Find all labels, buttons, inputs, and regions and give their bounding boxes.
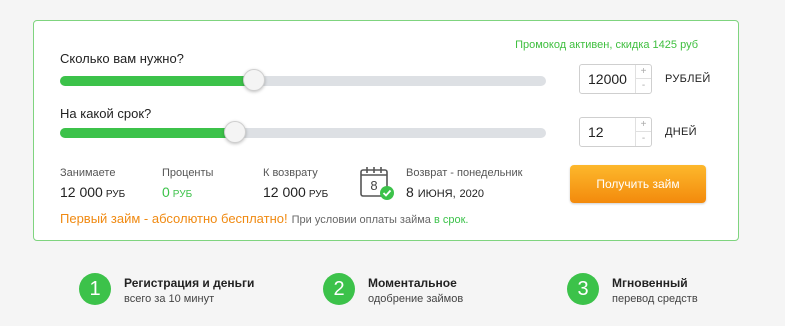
term-stepper: + - [579,117,652,147]
amount-stepper-buttons: + - [635,65,651,93]
term-increase-button[interactable]: + [636,118,651,131]
promo-status: Промокод активен, скидка 1425 руб [515,39,698,51]
amount-decrease-button[interactable]: - [636,78,651,93]
amount-increase-button[interactable]: + [636,65,651,78]
term-question: На какой срок? [60,106,152,121]
total-value: 12 000 [263,184,306,200]
term-input[interactable] [580,118,636,146]
interest-amount: 0 РУБ [162,184,192,200]
calendar-icon: 8 [360,167,394,200]
step-2-title: Моментальное [368,276,457,290]
total-amount: 12 000 РУБ [263,184,328,200]
return-date: 8 ИЮНЯ, 2020 [406,184,484,200]
borrow-value: 12 000 [60,184,103,200]
term-decrease-button[interactable]: - [636,131,651,146]
amount-slider[interactable] [60,69,546,91]
step-1-title: Регистрация и деньги [124,276,255,290]
term-slider-fill [60,128,235,138]
step-2-subtitle: одобрение займов [368,293,464,305]
interest-currency: РУБ [172,189,193,200]
amount-stepper: + - [579,64,652,94]
interest-label: Проценты [162,167,214,179]
term-stepper-buttons: + - [635,118,651,146]
calendar-day: 8 [370,178,377,193]
check-badge-icon [380,186,394,200]
loan-calculator-card: Промокод активен, скидка 1425 руб Скольк… [33,20,739,241]
total-currency: РУБ [308,189,329,200]
interest-value: 0 [162,184,170,200]
total-label: К возврату [263,167,318,179]
step-2-number: 2 [323,273,355,305]
amount-slider-fill [60,76,255,86]
return-label: Возврат - понедельник [406,167,523,179]
term-slider-thumb[interactable] [223,121,246,143]
amount-question: Сколько вам нужно? [60,51,184,66]
term-unit: ДНЕЙ [665,126,697,138]
term-slider[interactable] [60,121,546,143]
return-month: ИЮНЯ, [417,188,456,200]
amount-input[interactable] [580,65,636,93]
amount-slider-thumb[interactable] [243,69,266,91]
borrow-currency: РУБ [105,189,126,200]
return-year: 2020 [459,188,485,200]
borrow-amount: 12 000 РУБ [60,184,125,200]
step-3-number: 3 [567,273,599,305]
free-offer-note-text: При условии оплаты займа [291,214,431,226]
step-1-subtitle: всего за 10 минут [124,293,215,305]
step-3-subtitle: перевод средств [612,293,698,305]
free-offer-note-highlight[interactable]: в срок. [434,214,469,226]
step-1-number: 1 [79,273,111,305]
step-3-title: Мгновенный [612,276,688,290]
borrow-label: Занимаете [60,167,116,179]
free-offer: Первый займ - абсолютно бесплатно! При ус… [60,211,468,226]
get-loan-button[interactable]: Получить займ [570,165,706,203]
free-offer-text: Первый займ - абсолютно бесплатно! [60,211,288,226]
free-offer-note: При условии оплаты займа в срок. [292,214,469,226]
amount-unit: РУБЛЕЙ [665,73,711,85]
return-day: 8 [406,184,414,200]
